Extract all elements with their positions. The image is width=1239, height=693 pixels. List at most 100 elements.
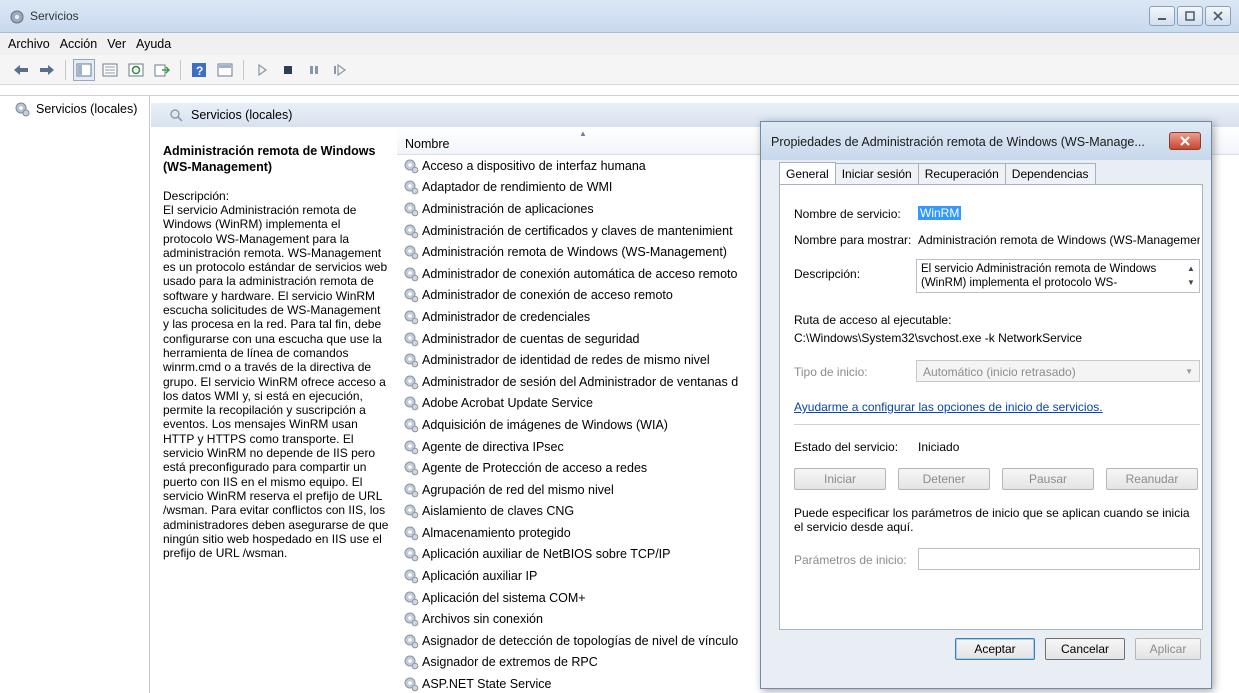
section-divider bbox=[794, 424, 1200, 425]
minimize-icon bbox=[1158, 18, 1166, 20]
start-service-button[interactable] bbox=[251, 59, 273, 81]
path-value[interactable]: C:\Windows\System32\svchost.exe -k Netwo… bbox=[794, 331, 1082, 345]
service-gear-icon bbox=[404, 634, 419, 649]
service-gear-icon bbox=[404, 569, 419, 584]
description-field-label: Descripción: bbox=[794, 267, 861, 281]
service-gear-icon bbox=[404, 483, 419, 498]
service-gear-icon bbox=[404, 180, 419, 195]
console-tree: Servicios (locales) bbox=[0, 96, 150, 693]
service-name: ASP.NET State Service bbox=[422, 677, 552, 692]
service-gear-icon bbox=[404, 440, 419, 454]
description-textbox[interactable]: El servicio Administración remota de Win… bbox=[916, 259, 1200, 293]
show-hide-tree-button[interactable] bbox=[73, 58, 95, 81]
service-name: Administrador de cuentas de seguridad bbox=[422, 331, 640, 346]
cancel-button[interactable]: Cancelar bbox=[1045, 638, 1125, 660]
description-pane: Administración remota de Windows (WS-Man… bbox=[151, 127, 397, 693]
start-params-input[interactable] bbox=[918, 548, 1200, 570]
service-name: Aplicación auxiliar de NetBIOS sobre TCP… bbox=[422, 547, 671, 562]
service-gear-icon bbox=[404, 547, 419, 562]
service-name: Administración de aplicaciones bbox=[422, 201, 594, 216]
close-button[interactable] bbox=[1205, 6, 1231, 26]
dialog-close-button[interactable] bbox=[1169, 132, 1201, 150]
service-gear-icon bbox=[404, 353, 419, 368]
service-name-value[interactable]: WinRM bbox=[918, 206, 962, 220]
service-gear-icon bbox=[404, 418, 419, 433]
service-gear-icon bbox=[404, 224, 419, 238]
service-gear-icon bbox=[404, 375, 419, 390]
resume-button[interactable]: Reanudar bbox=[1106, 468, 1198, 490]
display-name-label: Nombre para mostrar: bbox=[794, 233, 912, 247]
service-name: Aplicación del sistema COM+ bbox=[422, 590, 586, 605]
path-label: Ruta de acceso al ejecutable: bbox=[794, 313, 952, 327]
service-name-label: Nombre de servicio: bbox=[794, 207, 901, 221]
description-scrollbar[interactable]: ▲ ▼ bbox=[1185, 262, 1197, 290]
service-gear-icon bbox=[404, 159, 419, 174]
description-text: El servicio Administración remota de Win… bbox=[163, 203, 389, 561]
maximize-icon bbox=[1185, 11, 1195, 21]
window-title: Servicios bbox=[30, 9, 79, 23]
service-gear-icon bbox=[404, 202, 419, 217]
back-button[interactable] bbox=[10, 59, 32, 81]
service-name: Administración de certificados y claves … bbox=[422, 223, 733, 238]
sort-ascending-icon: ▲ bbox=[579, 129, 587, 138]
startup-type-select[interactable]: Automático (inicio retrasado) ▼ bbox=[916, 360, 1200, 382]
service-name: Administración remota de Windows (WS-Man… bbox=[422, 245, 727, 260]
service-gear-icon bbox=[404, 288, 419, 303]
stop-button[interactable]: Detener bbox=[898, 468, 990, 490]
maximize-button[interactable] bbox=[1177, 6, 1203, 26]
console-tree-icon bbox=[76, 63, 92, 76]
tree-item-local-services[interactable]: Servicios (locales) bbox=[14, 101, 137, 117]
menu-accion[interactable]: Acción bbox=[60, 37, 98, 51]
start-button[interactable]: Iniciar bbox=[794, 468, 886, 490]
export-list-button[interactable] bbox=[151, 59, 173, 81]
menu-ayuda[interactable]: Ayuda bbox=[136, 37, 171, 51]
svg-text:?: ? bbox=[196, 64, 203, 78]
service-gear-icon bbox=[404, 504, 419, 519]
startup-type-label: Tipo de inicio: bbox=[794, 365, 868, 379]
ok-button[interactable]: Aceptar bbox=[955, 638, 1035, 660]
properties-view-button[interactable] bbox=[99, 59, 121, 81]
service-name: Administrador de identidad de redes de m… bbox=[422, 353, 710, 368]
pause-service-button[interactable] bbox=[303, 59, 325, 81]
list-view-icon bbox=[102, 63, 118, 76]
play-icon bbox=[258, 63, 268, 76]
tree-item-label: Servicios (locales) bbox=[36, 102, 138, 116]
menu-ver[interactable]: Ver bbox=[107, 37, 126, 51]
stop-service-button[interactable] bbox=[277, 59, 299, 81]
service-status-label: Estado del servicio: bbox=[794, 440, 899, 454]
service-gear-icon bbox=[404, 461, 419, 476]
general-tab-panel: Nombre de servicio: WinRM Nombre para mo… bbox=[779, 184, 1203, 630]
pane-divider bbox=[0, 95, 1239, 96]
service-gear-icon bbox=[404, 612, 419, 627]
forward-button[interactable] bbox=[36, 59, 58, 81]
service-name: Agente de directiva IPsec bbox=[422, 439, 564, 454]
service-gear-icon bbox=[404, 591, 419, 605]
minimize-button[interactable] bbox=[1149, 6, 1175, 26]
service-gear-icon bbox=[404, 677, 419, 692]
pause-button[interactable]: Pausar bbox=[1002, 468, 1094, 490]
stop-icon bbox=[284, 65, 292, 74]
start-params-note: Puede especificar los parámetros de inic… bbox=[794, 506, 1190, 534]
service-name: Adaptador de rendimiento de WMI bbox=[422, 180, 613, 195]
tab-general[interactable]: General bbox=[779, 162, 836, 184]
tab-dependencias[interactable]: Dependencias bbox=[1004, 163, 1096, 184]
refresh-button[interactable] bbox=[125, 59, 147, 81]
properties-dialog: Propiedades de Administración remota de … bbox=[760, 121, 1212, 689]
toolbar: ? bbox=[0, 55, 1239, 85]
tab-recuperacion[interactable]: Recuperación bbox=[917, 163, 1006, 184]
close-icon bbox=[1213, 11, 1223, 21]
service-name: Administrador de sesión del Administrado… bbox=[422, 374, 739, 389]
restart-service-button[interactable] bbox=[329, 59, 351, 81]
chevron-down-icon: ▼ bbox=[1185, 367, 1193, 376]
apply-button[interactable]: Aplicar bbox=[1135, 638, 1201, 660]
menu-archivo[interactable]: Archivo bbox=[8, 37, 50, 51]
service-name: Agente de Protección de acceso a redes bbox=[422, 461, 648, 476]
column-header-name[interactable]: Nombre bbox=[405, 137, 449, 151]
help-button[interactable]: ? bbox=[188, 59, 210, 81]
tab-iniciar-sesion[interactable]: Iniciar sesión bbox=[834, 163, 919, 184]
display-name-value[interactable]: Administración remota de Windows (WS-Man… bbox=[918, 233, 1200, 247]
dialog-tabs: General Iniciar sesión Recuperación Depe… bbox=[779, 162, 1096, 185]
help-icon: ? bbox=[192, 62, 206, 78]
startup-help-link[interactable]: Ayudarme a configurar las opciones de in… bbox=[794, 400, 1103, 414]
show-action-pane-button[interactable] bbox=[214, 59, 236, 81]
